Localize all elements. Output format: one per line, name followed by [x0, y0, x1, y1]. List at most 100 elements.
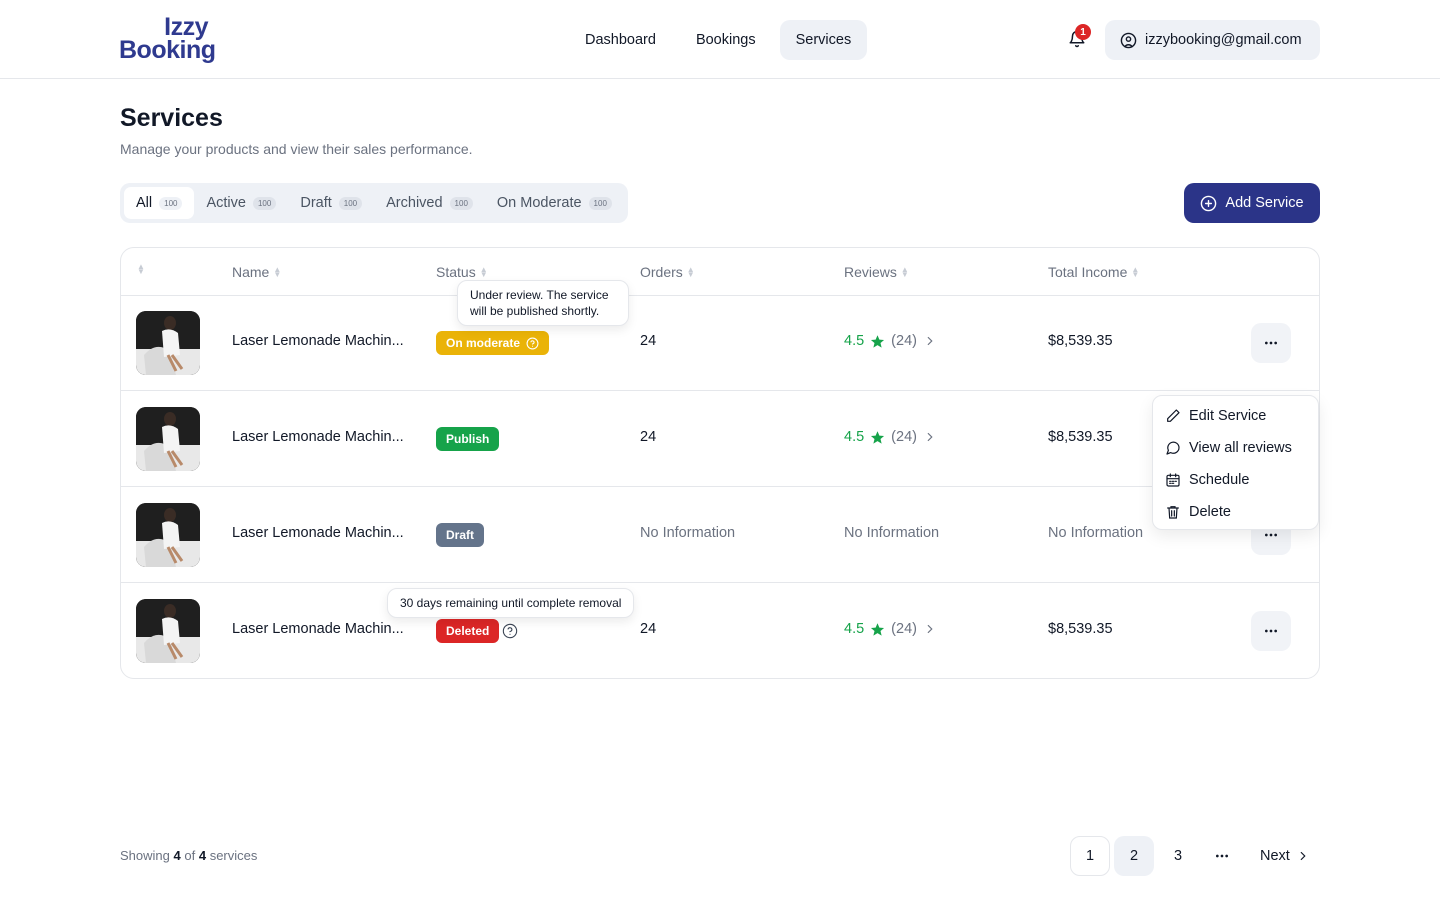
summary-text: services — [209, 848, 258, 863]
menu-item-view-all-reviews[interactable]: View all reviews — [1153, 432, 1318, 464]
reviews-value: No Information — [844, 525, 940, 541]
calendar-icon — [1165, 472, 1181, 488]
tab-count: 100 — [338, 196, 363, 210]
summary-count: 4 — [173, 848, 181, 863]
main-nav: Dashboard Bookings Services — [569, 20, 868, 60]
orders-count: 24 — [640, 333, 657, 349]
review-count: (24) — [891, 333, 917, 349]
select-sort-icon[interactable]: ▲ ▼ — [137, 263, 145, 276]
column-label: Total Income — [1048, 264, 1128, 280]
moderation-tooltip: Under review. The service will be publis… — [457, 280, 629, 326]
nav-bookings[interactable]: Bookings — [680, 20, 772, 60]
summary-text: Showing — [120, 848, 170, 863]
pagination-ellipsis — [1202, 836, 1242, 876]
table-row[interactable]: Laser Lemonade Machin... On moderate 24 … — [121, 295, 1319, 391]
table-row[interactable]: Laser Lemonade Machin... Deleted 24 4.5 … — [121, 583, 1319, 678]
orders-count: 24 — [640, 621, 657, 637]
help-circle-icon[interactable] — [502, 623, 518, 639]
tab-label: Draft — [300, 195, 332, 211]
tab-on-moderate[interactable]: On Moderate 100 — [485, 187, 624, 219]
column-label: Reviews — [844, 264, 897, 280]
status-label: Publish — [446, 432, 490, 446]
tooltip-line: Under review. The service — [470, 288, 609, 302]
chevron-right-icon — [923, 334, 937, 348]
izzy-booking-logo[interactable]: Izzy Booking — [119, 14, 216, 66]
tab-label: Active — [206, 195, 246, 211]
more-actions-button[interactable] — [1251, 611, 1291, 651]
reviews-link[interactable]: 4.5 (24) — [844, 429, 937, 445]
next-page-button[interactable]: Next — [1246, 836, 1324, 876]
more-actions-button[interactable] — [1251, 323, 1291, 363]
column-header-name[interactable]: Name ▲ ▼ — [232, 264, 281, 280]
menu-item-delete[interactable]: Delete — [1153, 496, 1318, 528]
page-title: Services — [120, 104, 223, 132]
page-2-button[interactable]: 2 — [1114, 836, 1154, 876]
tab-count: 100 — [159, 196, 183, 210]
menu-item-label: Edit Service — [1189, 408, 1267, 424]
tab-label: All — [136, 195, 153, 211]
service-thumbnail — [136, 311, 200, 375]
status-badge: Deleted — [436, 619, 500, 643]
account-button[interactable]: izzybooking@gmail.com — [1105, 20, 1320, 60]
column-label: Status — [436, 264, 476, 280]
tab-archived[interactable]: Archived 100 — [374, 187, 485, 219]
column-header-orders[interactable]: Orders ▲ ▼ — [640, 264, 695, 280]
trash-icon — [1165, 504, 1181, 520]
page-1-button[interactable]: 1 — [1070, 836, 1110, 876]
service-thumbnail — [136, 407, 200, 471]
menu-item-label: View all reviews — [1189, 440, 1292, 456]
tab-count: 100 — [588, 196, 612, 210]
total-income: No Information — [1048, 525, 1144, 541]
column-header-status[interactable]: Status ▲ ▼ — [436, 264, 488, 280]
column-header-reviews[interactable]: Reviews ▲ ▼ — [844, 264, 909, 280]
star-icon — [870, 430, 885, 445]
nav-dashboard[interactable]: Dashboard — [569, 20, 672, 60]
column-header-total-income[interactable]: Total Income ▲ ▼ — [1048, 264, 1139, 280]
review-count: (24) — [891, 621, 917, 637]
rating-value: 4.5 — [844, 621, 865, 637]
reviews-link[interactable]: 4.5 (24) — [844, 333, 937, 349]
tab-count: 100 — [449, 196, 473, 210]
status-badge: Draft — [436, 523, 485, 547]
service-thumbnail — [136, 599, 200, 663]
tab-active[interactable]: Active 100 — [194, 187, 288, 219]
deleted-tooltip: 30 days remaining until complete removal — [387, 588, 635, 618]
column-label: Name — [232, 264, 270, 280]
tab-all[interactable]: All 100 — [124, 187, 195, 219]
page-3-button[interactable]: 3 — [1158, 836, 1198, 876]
account-email: izzybooking@gmail.com — [1145, 32, 1302, 48]
status-badge[interactable]: On moderate — [436, 331, 550, 355]
tab-label: Archived — [386, 195, 443, 211]
chevron-right-icon — [923, 430, 937, 444]
orders-count: 24 — [640, 429, 657, 445]
sort-icon: ▲ ▼ — [273, 265, 282, 279]
ellipsis-icon — [1263, 335, 1279, 351]
rating-value: 4.5 — [844, 429, 865, 445]
chevron-right-icon — [1296, 849, 1310, 863]
menu-item-label: Delete — [1189, 504, 1231, 520]
help-circle-icon[interactable] — [526, 337, 539, 350]
row-actions-menu: Edit Service View all reviews Schedule D… — [1152, 395, 1319, 530]
service-name: Laser Lemonade Machin... — [232, 525, 404, 541]
total-income: $8,539.35 — [1048, 621, 1113, 637]
tab-draft[interactable]: Draft 100 — [288, 187, 374, 219]
star-icon — [870, 334, 885, 349]
menu-item-schedule[interactable]: Schedule — [1153, 464, 1318, 496]
menu-item-edit-service[interactable]: Edit Service — [1153, 400, 1318, 432]
table-row[interactable]: Laser Lemonade Machin... Publish 24 4.5 … — [121, 391, 1319, 487]
sort-icon: ▲ ▼ — [1131, 265, 1140, 279]
tooltip-line: will be published shortly. — [470, 304, 600, 318]
table-row[interactable]: Laser Lemonade Machin... Draft No Inform… — [121, 487, 1319, 583]
summary-text: of — [184, 848, 196, 863]
reviews-link[interactable]: 4.5 (24) — [844, 621, 937, 637]
plus-circle-icon — [1200, 195, 1217, 212]
sort-icon: ▲ ▼ — [479, 265, 488, 279]
status-label: On moderate — [446, 336, 521, 350]
pagination: 1 2 3 Next — [1070, 836, 1324, 876]
ellipsis-icon — [1214, 848, 1230, 864]
add-service-button[interactable]: Add Service — [1184, 183, 1320, 223]
sort-icon: ▲ ▼ — [686, 265, 695, 279]
nav-services[interactable]: Services — [779, 20, 868, 60]
review-count: (24) — [891, 429, 917, 445]
column-label: Orders — [640, 264, 683, 280]
